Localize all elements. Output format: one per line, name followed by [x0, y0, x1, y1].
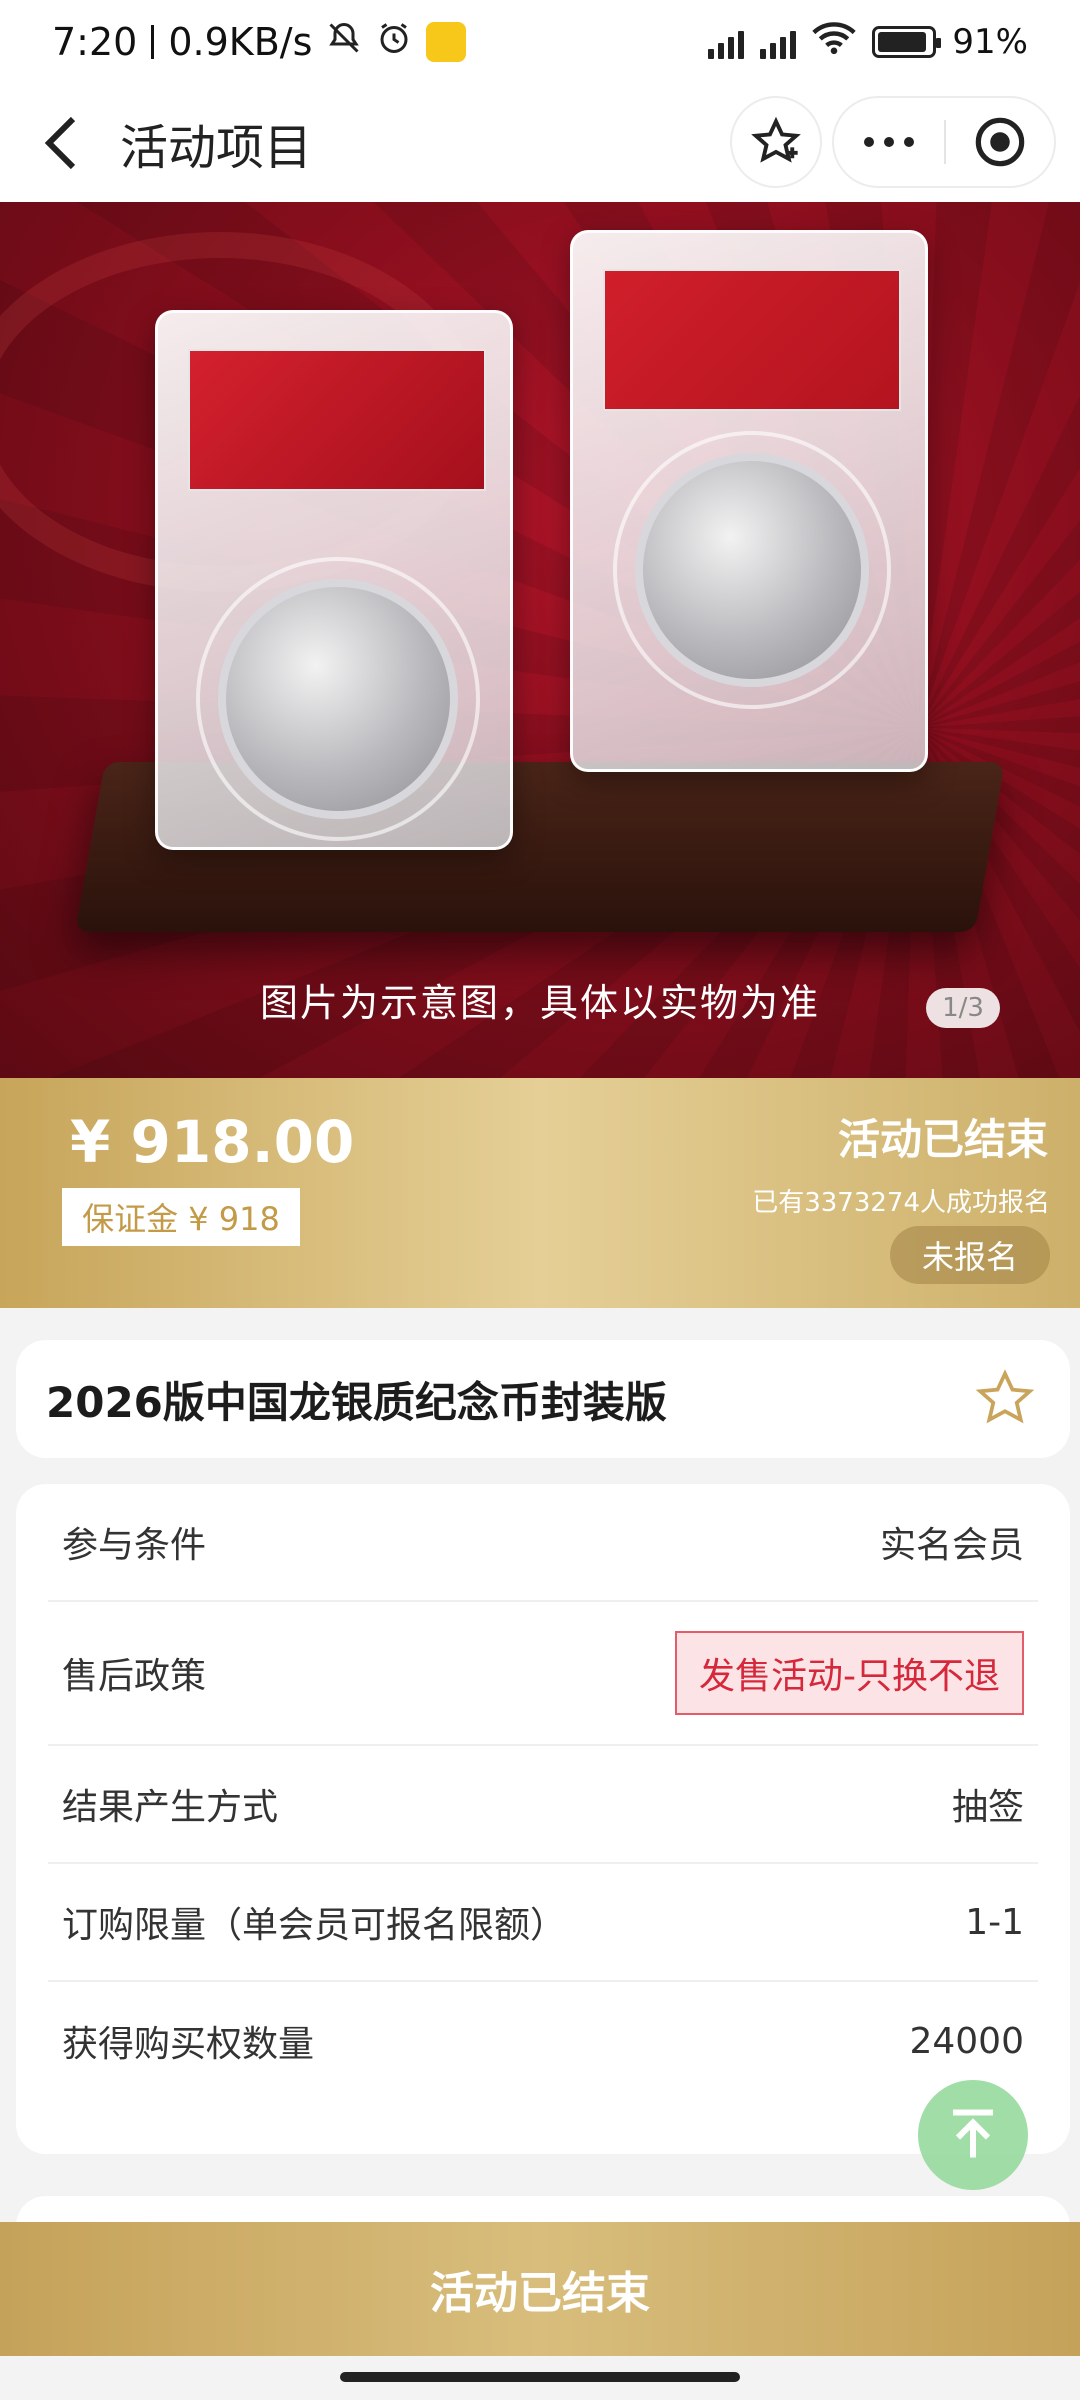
status-separator: [151, 25, 155, 59]
target-close-icon: [975, 117, 1025, 167]
app-notification-icon: [426, 22, 467, 62]
detail-row-result-method: 结果产生方式 抽签: [48, 1746, 1038, 1864]
detail-row-policy: 售后政策 发售活动-只换不退: [48, 1602, 1038, 1746]
signup-status-badge: 未报名: [890, 1226, 1050, 1284]
dragon-coin-image: [218, 579, 458, 819]
detail-value: 抽签: [951, 1787, 1024, 1828]
detail-label: 售后政策: [62, 1656, 207, 1697]
coin-slab-back: [570, 230, 928, 772]
activity-ended-button[interactable]: 活动已结束: [0, 2222, 1080, 2356]
home-indicator[interactable]: [340, 2372, 740, 2382]
after-sale-policy-tag: 发售活动-只换不退: [675, 1631, 1024, 1715]
slab-label-front: [188, 349, 486, 491]
more-dots-icon: [864, 137, 914, 147]
chevron-left-icon: [44, 116, 76, 170]
star-add-icon: [751, 116, 801, 163]
product-name-card: 2026版中国龙银质纪念币封装版: [16, 1340, 1070, 1458]
detail-value: 实名会员: [879, 1525, 1024, 1566]
favorite-button[interactable]: [730, 96, 822, 188]
detail-label: 获得购买权数量: [62, 2024, 315, 2065]
detail-label: 订购限量（单会员可报名限额）: [62, 1905, 567, 1946]
detail-row-quota: 获得购买权数量 24000: [48, 1982, 1038, 2100]
signal-2-icon: [760, 25, 797, 59]
detail-label: 参与条件: [62, 1525, 207, 1566]
miniprogram-capsule: [832, 96, 1056, 188]
scroll-to-top-button[interactable]: [918, 2080, 1028, 2190]
deposit-badge: 保证金 ¥ 918: [62, 1188, 300, 1246]
detail-value: 24000: [909, 2020, 1024, 2062]
coin-slab-front: [155, 310, 513, 850]
detail-label: 结果产生方式: [62, 1787, 279, 1828]
nav-header: 活动项目: [0, 84, 1080, 202]
signal-1-icon: [708, 25, 745, 59]
status-speed: 0.9KB/s: [168, 20, 313, 64]
battery-percent: 91%: [952, 22, 1028, 62]
product-name: 2026版中国龙银质纪念币封装版: [46, 1377, 667, 1427]
status-bar: 7:20 0.9KB/s 91%: [0, 0, 1080, 84]
wifi-icon: [812, 21, 857, 64]
price: ¥ 918.00: [70, 1108, 355, 1176]
product-image-carousel[interactable]: 图片为示意图，具体以实物为准 1/3: [0, 202, 1080, 1078]
carousel-pager: 1/3: [926, 988, 1000, 1028]
detail-value: 1-1: [965, 1901, 1024, 1943]
activity-status: 活动已结束: [837, 1115, 1048, 1164]
detail-row-order-limit: 订购限量（单会员可报名限额） 1-1: [48, 1864, 1038, 1982]
activity-details-card: 参与条件 实名会员 售后政策 发售活动-只换不退 结果产生方式 抽签 订购限量（…: [16, 1484, 1070, 2154]
close-miniprogram-button[interactable]: [946, 98, 1054, 186]
price-band: ¥ 918.00 保证金 ¥ 918 活动已结束 已有3373274人成功报名 …: [0, 1078, 1080, 1308]
signup-count: 已有3373274人成功报名: [752, 1188, 1050, 1218]
slab-label-back: [603, 269, 901, 411]
image-caption: 图片为示意图，具体以实物为准: [259, 981, 820, 1025]
more-button[interactable]: [834, 98, 944, 186]
back-button[interactable]: [26, 108, 96, 178]
arrow-up-icon: [953, 2109, 993, 2158]
status-time: 7:20: [52, 20, 138, 64]
favorite-star-button[interactable]: [970, 1364, 1040, 1434]
mute-icon: [326, 20, 362, 65]
alarm-icon: [376, 20, 412, 65]
battery-icon: [872, 26, 942, 58]
great-wall-coin-image: [635, 453, 869, 687]
detail-row-condition: 参与条件 实名会员: [48, 1484, 1038, 1602]
page-title: 活动项目: [120, 120, 313, 176]
star-icon: [975, 1369, 1035, 1424]
